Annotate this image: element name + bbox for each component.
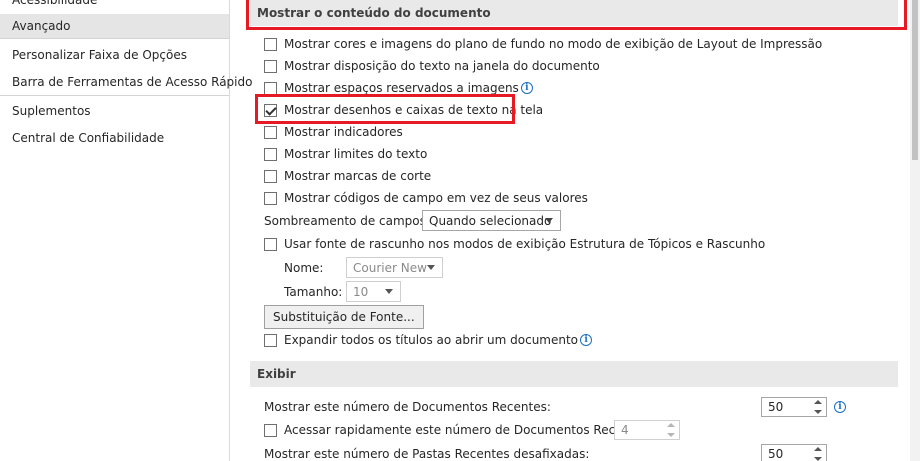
checkbox[interactable]	[264, 37, 277, 51]
sidebar-item-trust-center[interactable]: Central de Confiabilidade	[0, 126, 229, 150]
chevron-down-icon	[385, 289, 393, 294]
recent-docs-label: Mostrar este número de Documentos Recent…	[264, 400, 551, 414]
checkbox[interactable]	[264, 333, 277, 347]
recent-folders-spinner[interactable]: 50	[761, 444, 827, 461]
checkbox[interactable]	[264, 169, 277, 183]
chevron-down-icon	[427, 265, 435, 270]
option-field-codes[interactable]: Mostrar códigos de campo em vez de seus …	[264, 189, 588, 207]
sidebar-item-accessibility[interactable]: Acessibilidade	[0, 0, 229, 12]
option-label: Mostrar espaços reservados a imagens	[284, 81, 519, 95]
info-icon[interactable]: i	[520, 82, 533, 94]
checkbox[interactable]	[264, 81, 277, 95]
vertical-scrollbar[interactable]	[910, 0, 920, 461]
sidebar-item-quick-access-toolbar[interactable]: Barra de Ferramentas de Acesso Rápido	[0, 70, 252, 94]
option-draft-font[interactable]: Usar fonte de rascunho nos modos de exib…	[264, 235, 765, 253]
checkbox[interactable]	[264, 125, 277, 139]
section-header-display: Exibir	[250, 361, 898, 387]
option-background-colors[interactable]: Mostrar cores e imagens do plano de fund…	[264, 35, 822, 53]
checkbox[interactable]	[264, 191, 277, 205]
options-sidebar: Acessibilidade Avançado Personalizar Fai…	[0, 0, 252, 461]
font-substitution-button[interactable]: Substituição de Fonte...	[264, 305, 424, 329]
checkbox[interactable]	[264, 59, 277, 73]
option-quick-access-recent[interactable]: Acessar rapidamente este número de Docum…	[264, 421, 653, 439]
recent-docs-spinner[interactable]: 50	[761, 397, 827, 417]
spinner-arrows-icon[interactable]	[814, 400, 822, 414]
quick-access-spinner[interactable]: 4	[614, 420, 680, 440]
font-name-label: Nome:	[284, 261, 324, 275]
checkbox[interactable]	[264, 423, 277, 437]
option-label: Mostrar indicadores	[284, 125, 403, 139]
font-size-label: Tamanho:	[284, 285, 343, 299]
recent-docs-value: 50	[768, 400, 784, 414]
option-label: Mostrar cores e imagens do plano de fund…	[284, 37, 823, 51]
info-icon[interactable]: i	[834, 401, 846, 413]
option-expand-headings[interactable]: Expandir todos os títulos ao abrir um do…	[264, 331, 593, 349]
field-shading-dropdown[interactable]: Quando selecionado	[422, 210, 561, 231]
highlight-box	[246, 0, 907, 30]
font-name-value: Courier New	[353, 260, 427, 275]
font-name-dropdown[interactable]: Courier New	[346, 257, 443, 278]
font-size-value: 10	[353, 284, 369, 299]
info-icon[interactable]: i	[580, 334, 593, 346]
spinner-arrows-icon[interactable]	[814, 447, 822, 461]
option-label: Mostrar limites do texto	[284, 147, 428, 161]
option-label: Acessar rapidamente este número de Docum…	[284, 423, 653, 437]
sidebar-item-addins[interactable]: Suplementos	[0, 99, 229, 123]
option-label: Usar fonte de rascunho nos modos de exib…	[284, 237, 766, 251]
option-text-boundaries[interactable]: Mostrar limites do texto	[264, 145, 427, 163]
option-label: Expandir todos os títulos ao abrir um do…	[284, 333, 579, 347]
highlight-box	[255, 94, 515, 124]
chevron-down-icon	[545, 218, 553, 223]
font-size-dropdown[interactable]: 10	[346, 281, 401, 302]
scrollbar-thumb[interactable]	[912, 0, 918, 160]
advanced-options-panel: Mostrar o conteúdo do documento Mostrar …	[240, 0, 910, 461]
option-crop-marks[interactable]: Mostrar marcas de corte	[264, 167, 431, 185]
checkbox[interactable]	[264, 147, 277, 161]
option-label: Mostrar disposição do texto na janela do…	[284, 59, 600, 73]
sidebar-item-customize-ribbon[interactable]: Personalizar Faixa de Opções	[0, 43, 229, 67]
sidebar-item-advanced[interactable]: Avançado	[0, 14, 229, 38]
option-text-wrapping[interactable]: Mostrar disposição do texto na janela do…	[264, 57, 600, 75]
recent-folders-label: Mostrar este número de Pastas Recentes d…	[264, 447, 590, 461]
spinner-arrows-icon[interactable]	[667, 423, 675, 437]
field-shading-value: Quando selecionado	[429, 213, 552, 228]
option-bookmarks[interactable]: Mostrar indicadores	[264, 123, 403, 141]
option-label: Mostrar códigos de campo em vez de seus …	[284, 191, 588, 205]
option-label: Mostrar marcas de corte	[284, 169, 432, 183]
quick-access-value: 4	[621, 423, 629, 437]
sidebar-divider	[0, 95, 229, 96]
field-shading-label: Sombreamento de campos:	[264, 214, 430, 228]
sidebar-divider	[0, 38, 229, 39]
checkbox[interactable]	[264, 237, 277, 251]
recent-folders-value: 50	[768, 447, 784, 461]
